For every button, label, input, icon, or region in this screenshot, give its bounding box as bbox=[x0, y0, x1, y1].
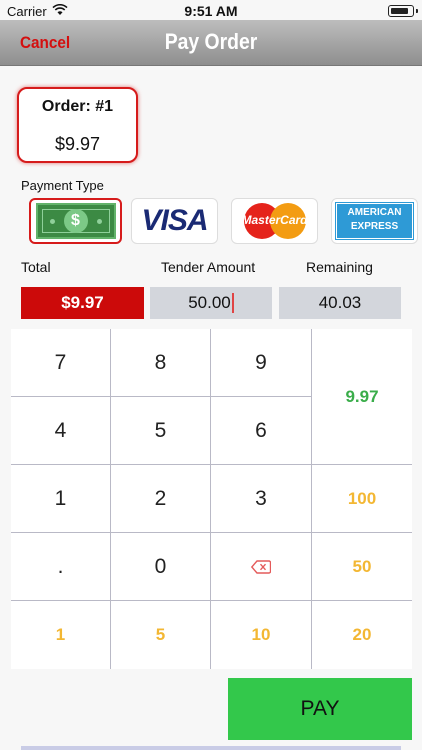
payment-method-cash[interactable]: $ bbox=[29, 198, 122, 244]
key-9[interactable]: 9 bbox=[211, 329, 312, 397]
key-0[interactable]: 0 bbox=[111, 533, 211, 601]
order-summary: Order: #1 $9.97 bbox=[17, 87, 138, 163]
text-cursor bbox=[231, 293, 234, 313]
pay-button[interactable]: PAY bbox=[228, 678, 412, 740]
remaining-label: Remaining bbox=[306, 259, 373, 275]
quick-amount-50[interactable]: 50 bbox=[312, 533, 412, 601]
quick-amount-100[interactable]: 100 bbox=[312, 465, 412, 533]
key-7[interactable]: 7 bbox=[11, 329, 111, 397]
page-title: Pay Order bbox=[164, 29, 258, 54]
key-2[interactable]: 2 bbox=[111, 465, 211, 533]
key-3[interactable]: 3 bbox=[211, 465, 312, 533]
bottom-divider bbox=[21, 746, 401, 750]
key-8[interactable]: 8 bbox=[111, 329, 211, 397]
clock: 9:51 AM bbox=[184, 3, 238, 19]
cash-icon: $ bbox=[35, 203, 116, 239]
backspace-icon bbox=[251, 559, 271, 574]
visa-icon: VISA bbox=[141, 204, 208, 237]
key-1[interactable]: 1 bbox=[11, 465, 111, 533]
tender-amount-value: 50.00 bbox=[188, 293, 231, 312]
keypad: 7 8 9 4 5 6 9.97 1 2 3 100 . 0 50 1 5 10… bbox=[11, 329, 412, 669]
key-4[interactable]: 4 bbox=[11, 397, 111, 465]
payment-method-amex[interactable]: AMERICAN EXPRESS bbox=[331, 198, 418, 244]
tender-amount-field[interactable]: 50.00 bbox=[150, 287, 272, 319]
payment-type-label: Payment Type bbox=[21, 178, 104, 193]
exact-amount-button[interactable]: 9.97 bbox=[312, 329, 412, 465]
key-5[interactable]: 5 bbox=[111, 397, 211, 465]
order-number: Order: #1 bbox=[41, 98, 114, 115]
quick-amount-20[interactable]: 20 bbox=[312, 601, 412, 669]
quick-amount-5[interactable]: 5 bbox=[111, 601, 211, 669]
payment-method-mastercard[interactable]: MasterCard bbox=[231, 198, 318, 244]
tender-amount-label: Tender Amount bbox=[161, 259, 256, 275]
order-total: $9.97 bbox=[54, 134, 101, 154]
status-bar: Carrier 9:51 AM bbox=[0, 0, 422, 22]
total-label: Total bbox=[21, 259, 51, 275]
amex-icon: AMERICAN EXPRESS bbox=[335, 202, 414, 240]
battery-icon bbox=[388, 5, 418, 17]
key-decimal[interactable]: . bbox=[11, 533, 111, 601]
backspace-button[interactable] bbox=[211, 533, 312, 601]
mastercard-icon: MasterCard bbox=[236, 201, 314, 241]
payment-method-visa[interactable]: VISA bbox=[131, 198, 218, 244]
quick-amount-1[interactable]: 1 bbox=[11, 601, 111, 669]
key-6[interactable]: 6 bbox=[211, 397, 312, 465]
remaining-value: 40.03 bbox=[279, 287, 401, 319]
total-value: $9.97 bbox=[21, 287, 144, 319]
nav-bar: Cancel Pay Order bbox=[0, 20, 422, 66]
quick-amount-10[interactable]: 10 bbox=[211, 601, 312, 669]
